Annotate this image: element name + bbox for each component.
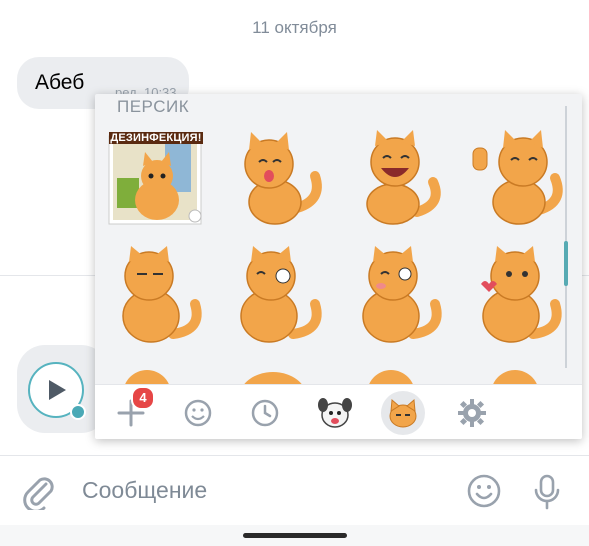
unplayed-indicator (70, 404, 86, 420)
sticker-pack-title: ПЕРСИК (117, 97, 190, 116)
sticker-4[interactable] (467, 130, 567, 230)
sticker-panel: ДЕЗИНФЕКЦИЯ! ПЕРСИК 4 (95, 94, 582, 439)
dog-sticker-pack-icon (318, 398, 352, 428)
sticker-row3-4[interactable] (467, 364, 567, 384)
attach-button[interactable] (20, 472, 56, 515)
tab-dog-pack[interactable] (313, 391, 357, 435)
system-navigation-bar (0, 525, 589, 546)
message-input[interactable]: Сообщение (82, 477, 207, 504)
paperclip-icon (23, 477, 54, 513)
tab-settings[interactable] (450, 391, 494, 435)
voice-message-button[interactable] (532, 473, 562, 516)
sticker-scrollbar-track[interactable] (565, 106, 567, 368)
sticker-scrollbar-thumb[interactable] (564, 241, 568, 286)
settings-gear-icon (458, 399, 486, 427)
sticker-row3-2[interactable] (227, 364, 327, 384)
sticker-row3-1[interactable] (107, 364, 207, 384)
cat-sticker-pack-icon (389, 398, 417, 428)
home-gesture-pill[interactable] (243, 533, 347, 538)
emoji-icon (184, 399, 212, 427)
sticker-8[interactable] (467, 246, 567, 346)
date-divider: 11 октября (252, 18, 337, 37)
recent-clock-icon (251, 399, 279, 427)
sticker-2[interactable] (227, 130, 327, 230)
sticker-grid: ДЕЗИНФЕКЦИЯ! (95, 94, 582, 384)
message-composer: Сообщение (0, 455, 589, 526)
tab-emoji[interactable] (176, 391, 220, 435)
sticker-3[interactable] (347, 130, 447, 230)
sticker-7[interactable] (347, 246, 447, 346)
sticker-6[interactable] (227, 246, 327, 346)
smile-icon (467, 474, 501, 508)
sticker-tabbar: 4 (95, 384, 582, 439)
play-icon (49, 380, 66, 400)
sticker-caption: ДЕЗИНФЕКЦИЯ! (109, 132, 203, 144)
tab-cat-pack[interactable] (381, 391, 425, 435)
sticker-5[interactable] (107, 246, 207, 346)
emoji-stickers-button[interactable] (466, 473, 502, 514)
new-stickers-badge: 4 (131, 386, 155, 410)
message-text: Абеб (35, 71, 85, 94)
tab-add-stickers[interactable]: 4 (109, 386, 155, 435)
sticker-1[interactable]: ДЕЗИНФЕКЦИЯ! (107, 130, 207, 230)
microphone-icon (534, 474, 560, 510)
tab-recent[interactable] (243, 391, 287, 435)
sticker-row3-3[interactable] (347, 364, 447, 384)
